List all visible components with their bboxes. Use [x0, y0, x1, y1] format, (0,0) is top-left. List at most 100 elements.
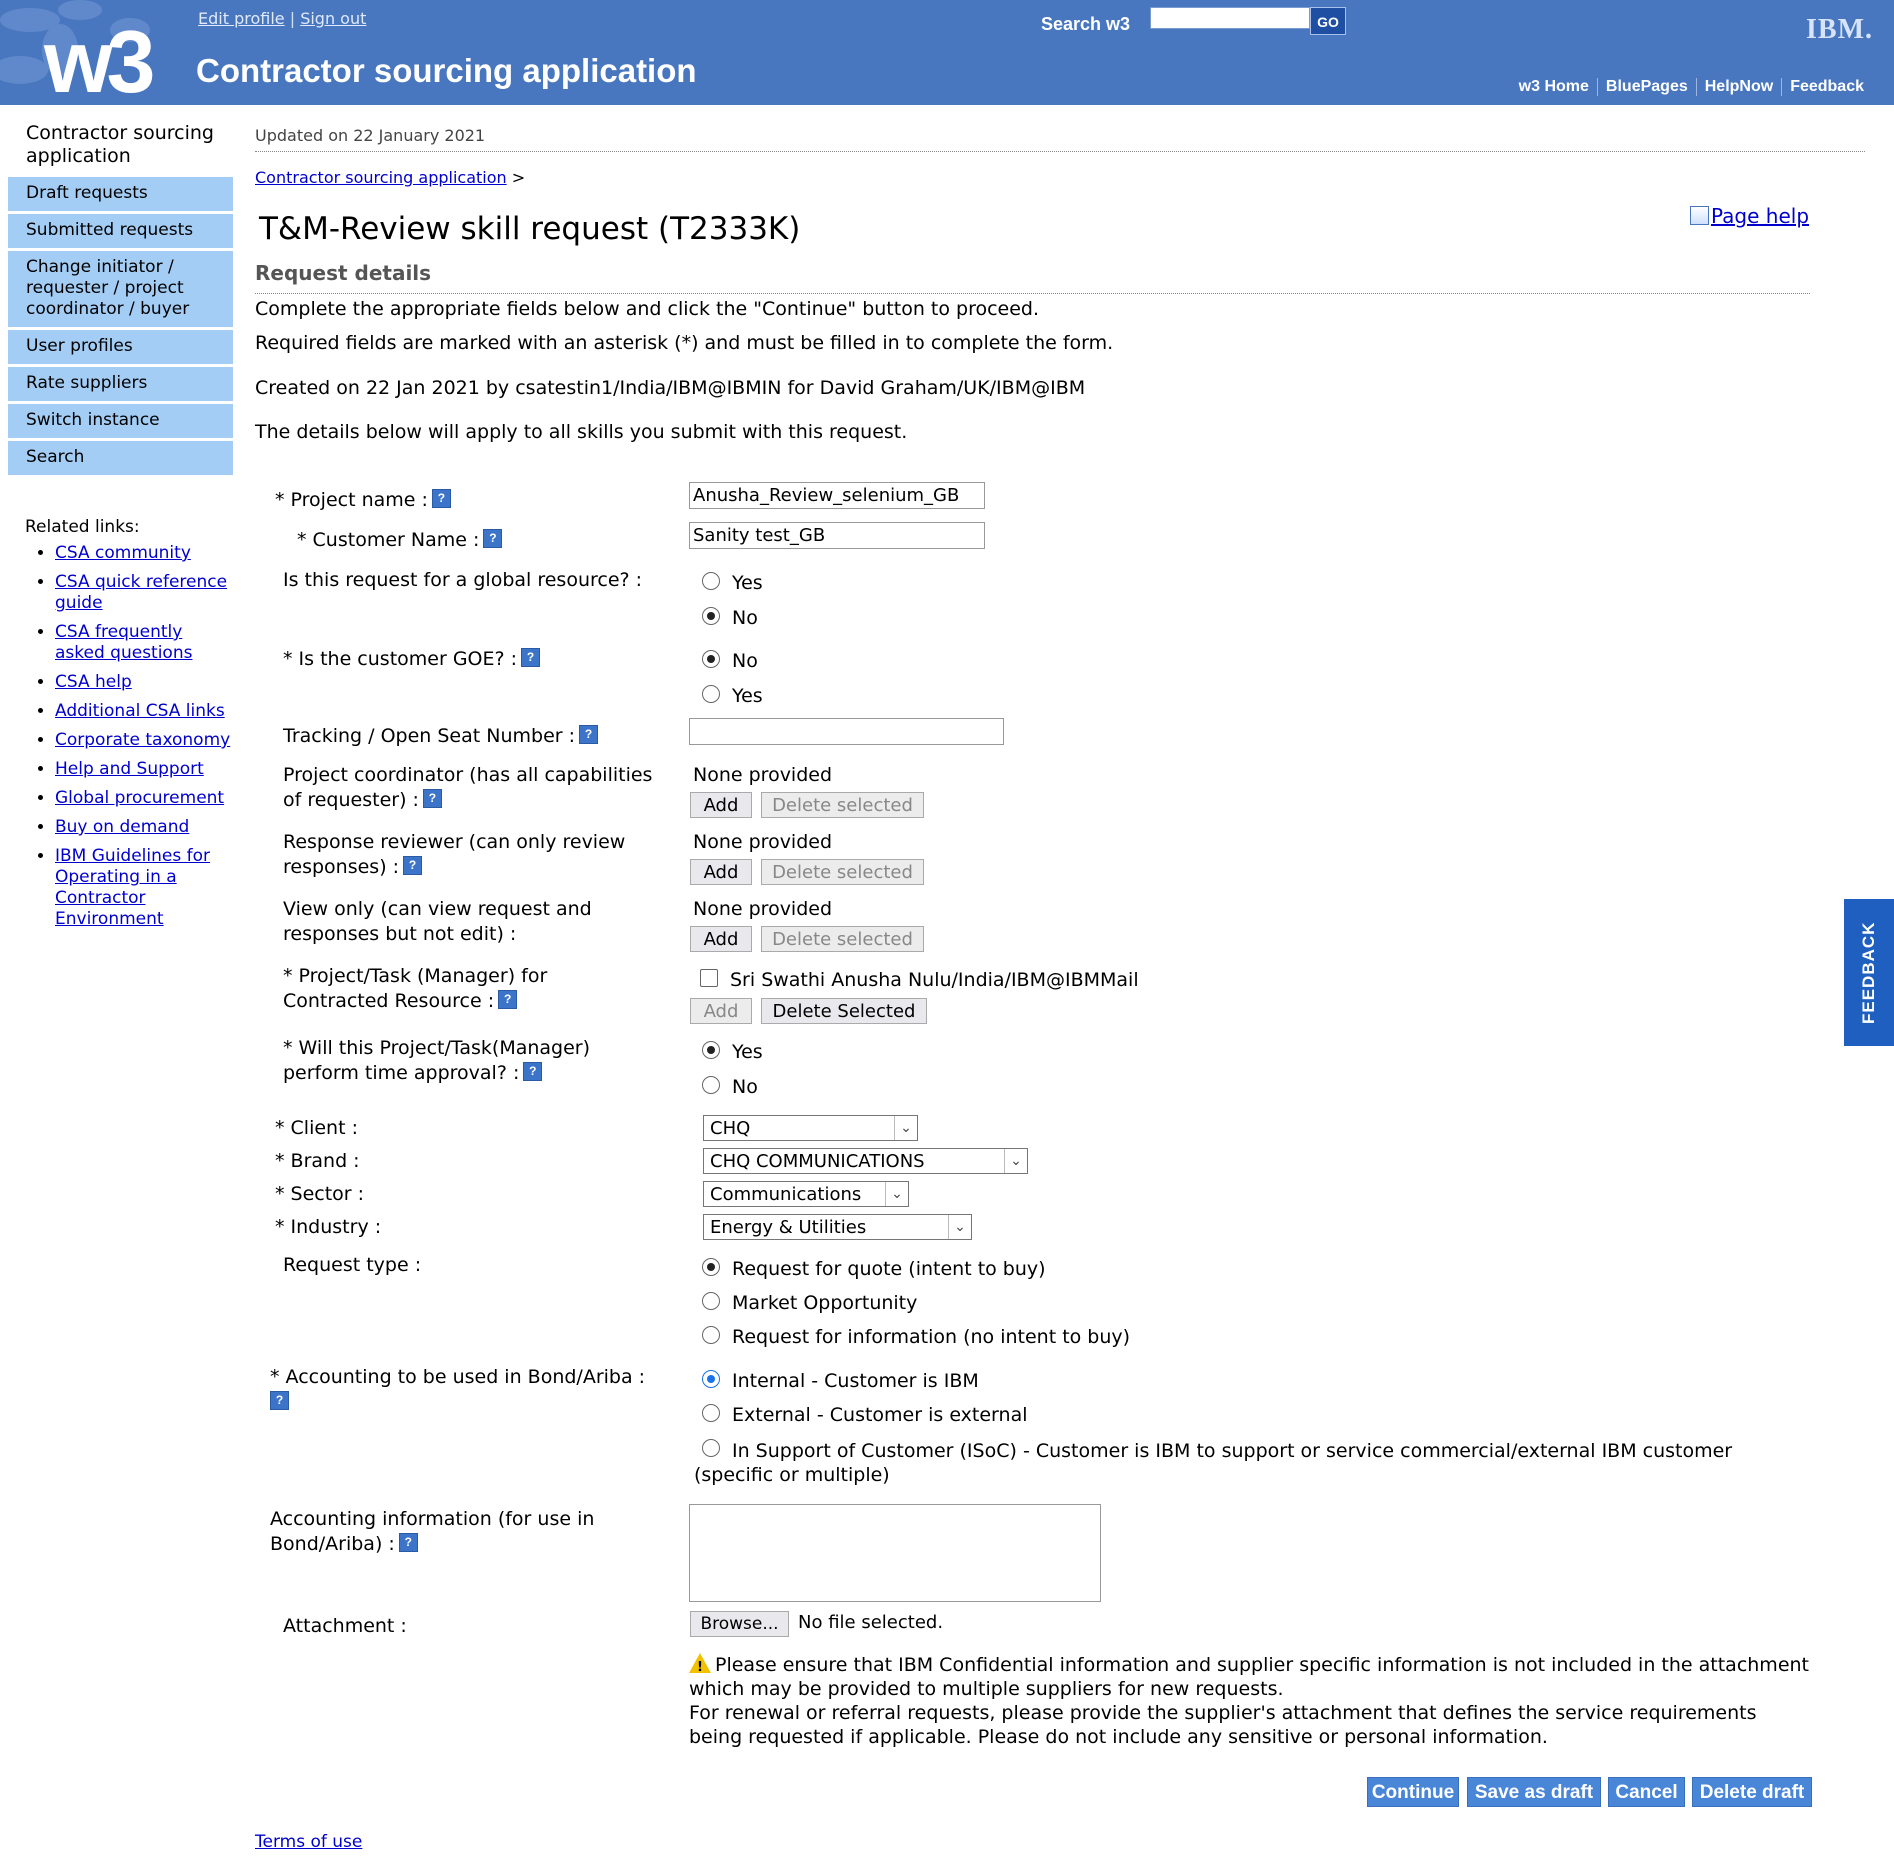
- coordinator-delete-button[interactable]: Delete selected: [761, 792, 924, 818]
- nav-feedback[interactable]: Feedback: [1781, 78, 1872, 96]
- goe-no-radio[interactable]: [702, 650, 720, 668]
- continue-button[interactable]: Continue: [1367, 1777, 1459, 1807]
- time-approval-label: * Will this Project/Task(Manager) perfor…: [283, 1037, 591, 1084]
- nav-item-search[interactable]: Search: [8, 441, 233, 475]
- time-approval-no-radio[interactable]: [702, 1076, 720, 1094]
- help-icon[interactable]: ?: [422, 789, 442, 808]
- chevron-down-icon: ⌄: [948, 1215, 971, 1239]
- request-type-market-radio[interactable]: [702, 1292, 720, 1310]
- global-yes-label: Yes: [732, 572, 763, 594]
- industry-label: * Industry :: [275, 1216, 382, 1238]
- terms-of-use-link[interactable]: Terms of use: [255, 1832, 362, 1852]
- tracking-input[interactable]: [689, 718, 1004, 745]
- help-icon[interactable]: ?: [498, 990, 518, 1009]
- customer-name-label: * Customer Name :?: [297, 528, 503, 553]
- global-no-radio[interactable]: [702, 607, 720, 625]
- goe-label: * Is the customer GOE? :?: [283, 647, 541, 672]
- ibm-logo: IBM.: [1806, 14, 1873, 45]
- client-label: * Client :: [275, 1117, 358, 1139]
- accounting-info-textarea[interactable]: [689, 1504, 1101, 1602]
- request-type-quote-radio[interactable]: [702, 1258, 720, 1276]
- reviewer-add-button[interactable]: Add: [690, 859, 752, 885]
- nav-w3-home[interactable]: w3 Home: [1511, 78, 1597, 96]
- delete-draft-button[interactable]: Delete draft: [1692, 1777, 1812, 1807]
- related-link[interactable]: Global procurement: [55, 788, 224, 808]
- viewonly-add-button[interactable]: Add: [690, 926, 752, 952]
- no-file-text: No file selected.: [798, 1612, 944, 1633]
- reviewer-value: None provided: [693, 831, 833, 853]
- request-type-info-radio[interactable]: [702, 1326, 720, 1344]
- global-yes-radio[interactable]: [702, 572, 720, 590]
- related-link[interactable]: CSA frequently asked questions: [55, 622, 192, 663]
- related-link[interactable]: Buy on demand: [55, 817, 189, 837]
- related-link[interactable]: CSA community: [55, 543, 191, 563]
- left-nav: Contractor sourcing application Draft re…: [8, 118, 233, 938]
- help-icon[interactable]: ?: [523, 1062, 543, 1081]
- help-icon[interactable]: ?: [483, 529, 503, 548]
- related-link[interactable]: Additional CSA links: [55, 701, 225, 721]
- help-icon[interactable]: ?: [398, 1533, 418, 1552]
- w3-logo[interactable]: w3: [44, 18, 155, 106]
- goe-yes-radio[interactable]: [702, 685, 720, 703]
- related-link[interactable]: Corporate taxonomy: [55, 730, 230, 750]
- accounting-external-radio[interactable]: [702, 1404, 720, 1422]
- search-input[interactable]: [1150, 7, 1310, 29]
- masthead-nav: w3 Home BluePages HelpNow Feedback: [1511, 78, 1872, 96]
- nav-item-rate-suppliers[interactable]: Rate suppliers: [8, 367, 233, 401]
- manager-add-button[interactable]: Add: [690, 998, 752, 1024]
- search-label: Search w3: [1041, 14, 1131, 34]
- nav-item-change-initiator[interactable]: Change initiator / requester / project c…: [8, 251, 233, 327]
- edit-profile-link[interactable]: Edit profile: [198, 9, 285, 28]
- industry-select[interactable]: Energy & Utilities ⌄: [703, 1214, 972, 1240]
- chevron-down-icon: ⌄: [894, 1116, 917, 1140]
- nav-item-draft-requests[interactable]: Draft requests: [8, 177, 233, 211]
- breadcrumb-link[interactable]: Contractor sourcing application: [255, 168, 507, 187]
- nav-item-submitted-requests[interactable]: Submitted requests: [8, 214, 233, 248]
- accounting-internal-radio[interactable]: [702, 1370, 720, 1388]
- browse-button[interactable]: Browse...: [690, 1611, 789, 1637]
- time-approval-yes-radio[interactable]: [702, 1041, 720, 1059]
- chevron-down-icon: ⌄: [885, 1182, 908, 1206]
- viewonly-delete-button[interactable]: Delete selected: [761, 926, 924, 952]
- help-icon[interactable]: ?: [270, 1391, 289, 1410]
- related-link[interactable]: CSA help: [55, 672, 132, 692]
- manager-checkbox[interactable]: [700, 969, 718, 987]
- nav-bluepages[interactable]: BluePages: [1596, 78, 1696, 96]
- breadcrumb-separator: >: [511, 168, 526, 187]
- manager-value: Sri Swathi Anusha Nulu/India/IBM@IBMMail: [730, 969, 1139, 991]
- related-link[interactable]: IBM Guidelines for Operating in a Contra…: [55, 846, 210, 929]
- related-links-title: Related links:: [25, 517, 140, 537]
- help-icon[interactable]: ?: [579, 725, 599, 744]
- feedback-tab[interactable]: FEEDBACK: [1844, 899, 1894, 1046]
- help-icon[interactable]: ?: [431, 489, 451, 508]
- project-name-input[interactable]: Anusha_Review_selenium_GB: [689, 482, 985, 509]
- accounting-internal-label: Internal - Customer is IBM: [732, 1370, 979, 1392]
- related-link[interactable]: CSA quick reference guide: [55, 572, 227, 613]
- coordinator-add-button[interactable]: Add: [690, 792, 752, 818]
- reviewer-label: Response reviewer (can only review respo…: [283, 831, 626, 878]
- brand-select[interactable]: CHQ COMMUNICATIONS ⌄: [703, 1148, 1028, 1174]
- page-help[interactable]: Page help: [1690, 204, 1809, 228]
- help-icon[interactable]: ?: [403, 856, 423, 875]
- request-type-info-label: Request for information (no intent to bu…: [732, 1326, 1131, 1348]
- page-help-link[interactable]: Page help: [1711, 204, 1809, 228]
- time-approval-no-label: No: [732, 1076, 758, 1098]
- customer-name-input[interactable]: Sanity test_GB: [689, 522, 985, 549]
- coordinator-value: None provided: [693, 764, 833, 786]
- nav-item-user-profiles[interactable]: User profiles: [8, 330, 233, 364]
- search-go-button[interactable]: GO: [1310, 7, 1346, 35]
- nav-helpnow[interactable]: HelpNow: [1695, 78, 1781, 96]
- help-icon[interactable]: ?: [521, 648, 541, 667]
- manager-delete-button[interactable]: Delete Selected: [761, 998, 927, 1024]
- nav-item-switch-instance[interactable]: Switch instance: [8, 404, 233, 438]
- save-draft-button[interactable]: Save as draft: [1467, 1777, 1601, 1807]
- related-link[interactable]: Help and Support: [55, 759, 204, 779]
- reviewer-delete-button[interactable]: Delete selected: [761, 859, 924, 885]
- sign-out-link[interactable]: Sign out: [300, 9, 366, 28]
- breadcrumb: Contractor sourcing application >: [255, 168, 1865, 187]
- nav-title[interactable]: Contractor sourcing application: [8, 118, 233, 174]
- sector-select[interactable]: Communications ⌄: [703, 1181, 909, 1207]
- divider: [255, 285, 1810, 294]
- client-select[interactable]: CHQ ⌄: [703, 1115, 918, 1141]
- cancel-button[interactable]: Cancel: [1608, 1777, 1685, 1807]
